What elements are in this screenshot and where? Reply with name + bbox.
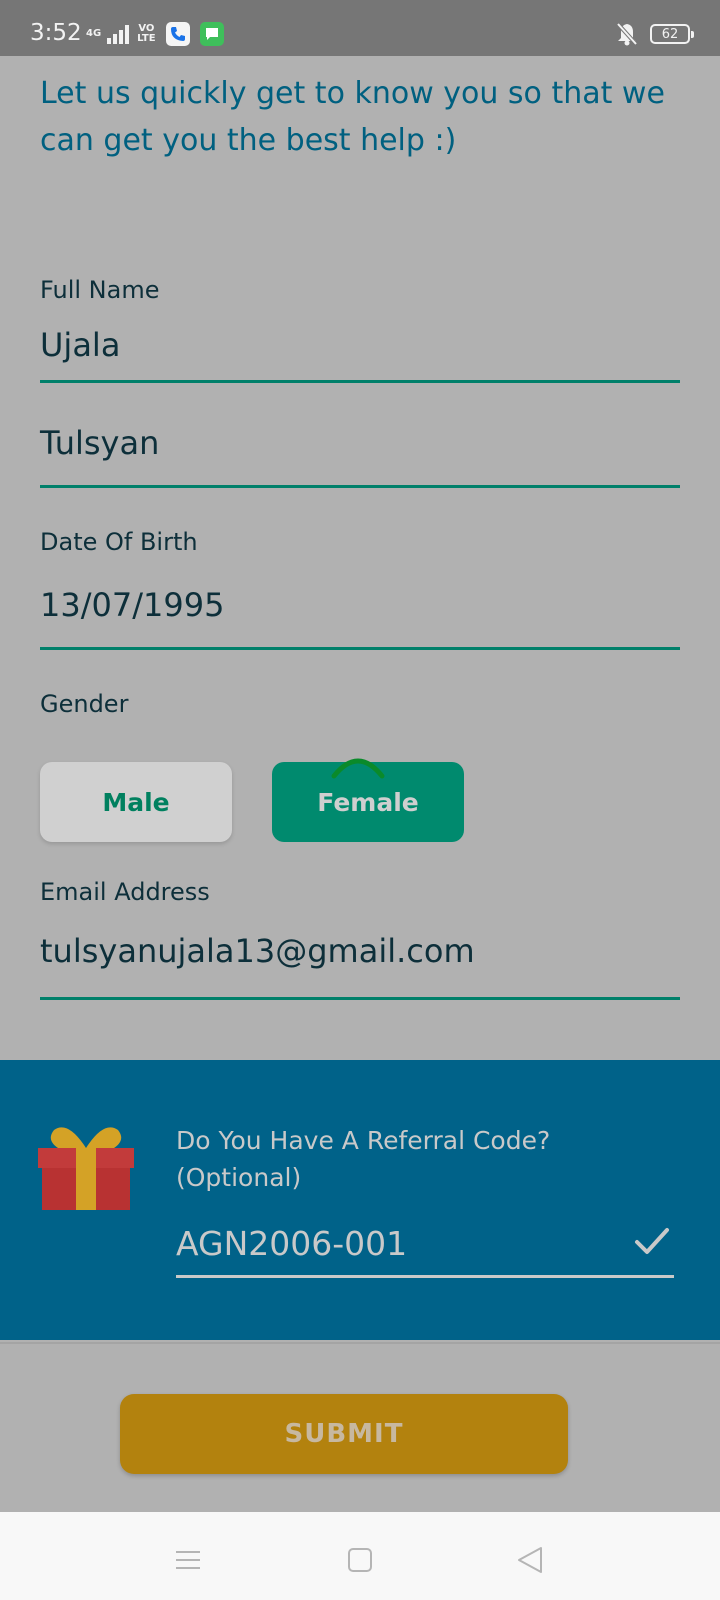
mute-bell-icon [616, 22, 638, 46]
volte-icon: VO LTE [137, 23, 156, 44]
status-right-icons: 62 [616, 22, 694, 46]
submit-area: SUBMIT [0, 1342, 720, 1512]
dob-label: Date Of Birth [40, 528, 198, 556]
referral-code-value: AGN2006-001 [176, 1224, 408, 1263]
intro-text: Let us quickly get to know you so that w… [40, 76, 665, 158]
last-name-field[interactable]: Tulsyan [40, 424, 680, 488]
system-nav-bar [0, 1512, 720, 1600]
email-value: tulsyanujala13@gmail.com [40, 932, 475, 970]
referral-code-field[interactable]: AGN2006-001 [176, 1220, 674, 1278]
first-name-field[interactable]: Ujala [40, 326, 680, 383]
battery-icon: 62 [650, 24, 694, 44]
check-icon[interactable] [634, 1226, 670, 1256]
gift-icon [38, 1127, 134, 1210]
status-time: 3:52 [30, 20, 82, 46]
gender-male-button[interactable]: Male [40, 762, 232, 842]
back-icon[interactable] [510, 1540, 550, 1580]
dob-value: 13/07/1995 [40, 586, 225, 624]
dob-field[interactable]: 13/07/1995 [40, 586, 680, 650]
email-label: Email Address [40, 878, 210, 906]
status-left-icons: 4G VO LTE [86, 22, 224, 46]
signal-bars-icon [107, 24, 130, 44]
full-name-label: Full Name [40, 276, 160, 304]
menu-icon[interactable] [168, 1540, 208, 1580]
gender-label: Gender [40, 690, 129, 718]
referral-title: Do You Have A Referral Code? (Optional) [176, 1126, 551, 1192]
first-name-value: Ujala [40, 326, 121, 364]
submit-button[interactable]: SUBMIT [120, 1394, 568, 1474]
loading-spinner-icon [331, 758, 385, 779]
email-field[interactable]: tulsyanujala13@gmail.com [40, 932, 680, 1000]
referral-section: Do You Have A Referral Code? (Optional) … [0, 1060, 720, 1340]
network-type-label: 4G [86, 28, 102, 39]
message-app-icon [199, 22, 224, 46]
phone-app-icon [165, 22, 190, 46]
last-name-value: Tulsyan [40, 424, 160, 462]
battery-level: 62 [661, 26, 679, 42]
status-bar: 3:52 4G VO LTE 62 [0, 0, 720, 56]
home-icon[interactable] [340, 1540, 380, 1580]
